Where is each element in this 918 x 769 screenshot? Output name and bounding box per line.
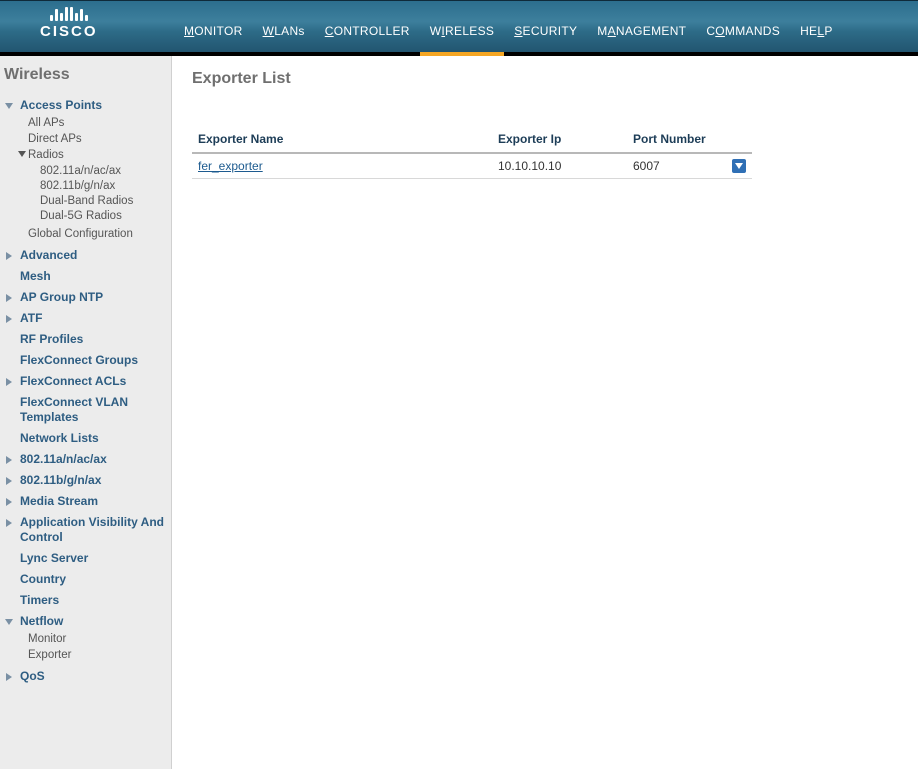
chevron-right-icon: [4, 293, 14, 303]
nav-security[interactable]: SECURITY: [514, 20, 577, 42]
sidebar-item-label: FlexConnect Groups: [20, 353, 138, 368]
sidebar-item-label: ATF: [20, 311, 42, 326]
nav-wlans[interactable]: WLANs: [263, 20, 305, 42]
sidebar-item-label: AP Group NTP: [20, 290, 103, 305]
nav-help[interactable]: HELP: [800, 20, 833, 42]
sidebar-subitem-all-aps[interactable]: All APs: [28, 115, 167, 131]
sidebar-item-atf[interactable]: ATF: [4, 311, 167, 326]
sidebar-item-media-stream[interactable]: Media Stream: [4, 494, 167, 509]
sidebar-item-netflow[interactable]: Netflow: [4, 614, 167, 629]
sidebar-title: Wireless: [4, 66, 167, 84]
content: Exporter List Exporter NameExporter IpPo…: [172, 56, 918, 769]
sidebar-item-802-11b-g-n-ax[interactable]: 802.11b/g/n/ax: [4, 473, 167, 488]
sidebar-subitem-radios[interactable]: Radios802.11a/n/ac/ax802.11b/g/n/axDual-…: [28, 147, 167, 224]
sidebar-item-timers[interactable]: Timers: [4, 593, 167, 608]
sidebar-item-flexconnect-groups[interactable]: FlexConnect Groups: [4, 353, 167, 368]
sidebar-item-country[interactable]: Country: [4, 572, 167, 587]
layout: Wireless Access PointsAll APsDirect APsR…: [0, 56, 918, 769]
sidebar-item-label: Mesh: [20, 269, 51, 284]
logo: CISCO: [40, 7, 98, 40]
nav-commands[interactable]: COMMANDS: [706, 20, 780, 42]
header: CISCO MONITOR WLANs CONTROLLER WIRELESS SECU…: [0, 0, 918, 56]
chevron-right-icon: [4, 251, 14, 261]
sidebar-item-label: Media Stream: [20, 494, 98, 509]
col-exporter-ip: Exporter Ip: [492, 128, 627, 153]
sidebar-item-ap-group-ntp[interactable]: AP Group NTP: [4, 290, 167, 305]
chevron-right-icon: [4, 476, 14, 486]
sidebar-subitem-dual-5g-radios[interactable]: Dual-5G Radios: [40, 209, 167, 224]
chevron-right-icon: [4, 596, 14, 606]
chevron-right-icon: [4, 575, 14, 585]
chevron-right-icon: [4, 434, 14, 444]
sidebar-item-advanced[interactable]: Advanced: [4, 248, 167, 263]
exporter-ip: 10.10.10.10: [492, 153, 627, 179]
chevron-right-icon: [4, 455, 14, 465]
sidebar-subitem-dual-band-radios[interactable]: Dual-Band Radios: [40, 194, 167, 209]
exporter-link[interactable]: fer_exporter: [198, 159, 263, 173]
table-body: fer_exporter 10.10.10.106007: [192, 153, 752, 179]
sidebar: Wireless Access PointsAll APsDirect APsR…: [0, 56, 172, 769]
sidebar-item-label: Timers: [20, 593, 59, 608]
sidebar-item-application-visibility-and-control[interactable]: Application Visibility And Control: [4, 515, 167, 545]
nav-management[interactable]: MANAGEMENT: [597, 20, 686, 42]
sidebar-item-label: Country: [20, 572, 66, 587]
chevron-right-icon: [4, 497, 14, 507]
sidebar-subitem-802-11a-n-ac-ax[interactable]: 802.11a/n/ac/ax: [40, 164, 167, 179]
sidebar-item-lync-server[interactable]: Lync Server: [4, 551, 167, 566]
nav-wireless[interactable]: WIRELESS: [430, 20, 494, 42]
sidebar-item-label: Network Lists: [20, 431, 99, 446]
sidebar-item-label: Application Visibility And Control: [20, 515, 167, 545]
sidebar-item-label: RF Profiles: [20, 332, 83, 347]
sidebar-item-802-11a-n-ac-ax[interactable]: 802.11a/n/ac/ax: [4, 452, 167, 467]
sidebar-item-mesh[interactable]: Mesh: [4, 269, 167, 284]
exporter-port: 6007: [627, 153, 726, 179]
chevron-right-icon: [4, 518, 14, 528]
sidebar-item-label: 802.11b/g/n/ax: [20, 473, 101, 488]
chevron-down-icon: [4, 617, 14, 627]
sidebar-subitem-802-11b-g-n-ax[interactable]: 802.11b/g/n/ax: [40, 179, 167, 194]
row-menu-button[interactable]: [732, 159, 746, 173]
chevron-right-icon: [4, 356, 14, 366]
nav-monitor[interactable]: MONITOR: [184, 20, 243, 42]
sidebar-item-access-points[interactable]: Access Points: [4, 98, 167, 113]
chevron-down-icon: [18, 147, 26, 163]
sidebar-item-label: FlexConnect ACLs: [20, 374, 126, 389]
col-actions: [726, 128, 752, 153]
page-title: Exporter List: [192, 70, 898, 88]
sidebar-subitem-monitor[interactable]: Monitor: [28, 631, 167, 647]
chevron-right-icon: [4, 554, 14, 564]
sidebar-tree: Access Points All APsDirect APsRadios802.…: [4, 98, 167, 684]
sidebar-item-flexconnect-acls[interactable]: FlexConnect ACLs: [4, 374, 167, 389]
sidebar-subitem-exporter[interactable]: Exporter: [28, 647, 167, 663]
chevron-right-icon: [4, 314, 14, 324]
sidebar-item-label: Advanced: [20, 248, 77, 263]
sidebar-subitem-global-configuration[interactable]: Global Configuration: [28, 226, 167, 242]
table-row: fer_exporter 10.10.10.106007: [192, 153, 752, 179]
chevron-right-icon: [4, 398, 14, 408]
chevron-right-icon: [4, 377, 14, 387]
top-nav: MONITOR WLANs CONTROLLER WIRELESS SECURITY MA…: [184, 20, 833, 52]
chevron-right-icon: [4, 672, 14, 682]
nav-controller[interactable]: CONTROLLER: [325, 20, 410, 42]
chevron-right-icon: [4, 272, 14, 282]
sidebar-subitem-direct-aps[interactable]: Direct APs: [28, 131, 167, 147]
chevron-down-icon: [4, 101, 14, 111]
sidebar-item-label: QoS: [20, 669, 45, 684]
chevron-right-icon: [4, 335, 14, 345]
sidebar-item-qos[interactable]: QoS: [4, 669, 167, 684]
sidebar-item-label: 802.11a/n/ac/ax: [20, 452, 107, 467]
sidebar-item-label: FlexConnect VLAN Templates: [20, 395, 167, 425]
logo-text: CISCO: [40, 23, 98, 40]
sidebar-item-rf-profiles[interactable]: RF Profiles: [4, 332, 167, 347]
col-exporter-name: Exporter Name: [192, 128, 492, 153]
sidebar-item-label: Access Points: [20, 98, 102, 113]
sidebar-item-label: Lync Server: [20, 551, 88, 566]
exporter-table: Exporter NameExporter IpPort Number fer_…: [192, 128, 752, 179]
col-port-number: Port Number: [627, 128, 726, 153]
sidebar-item-flexconnect-vlan-templates[interactable]: FlexConnect VLAN Templates: [4, 395, 167, 425]
logo-bars-icon: [40, 7, 98, 21]
sidebar-item-label: Netflow: [20, 614, 63, 629]
table-header-row: Exporter NameExporter IpPort Number: [192, 128, 752, 153]
sidebar-item-network-lists[interactable]: Network Lists: [4, 431, 167, 446]
